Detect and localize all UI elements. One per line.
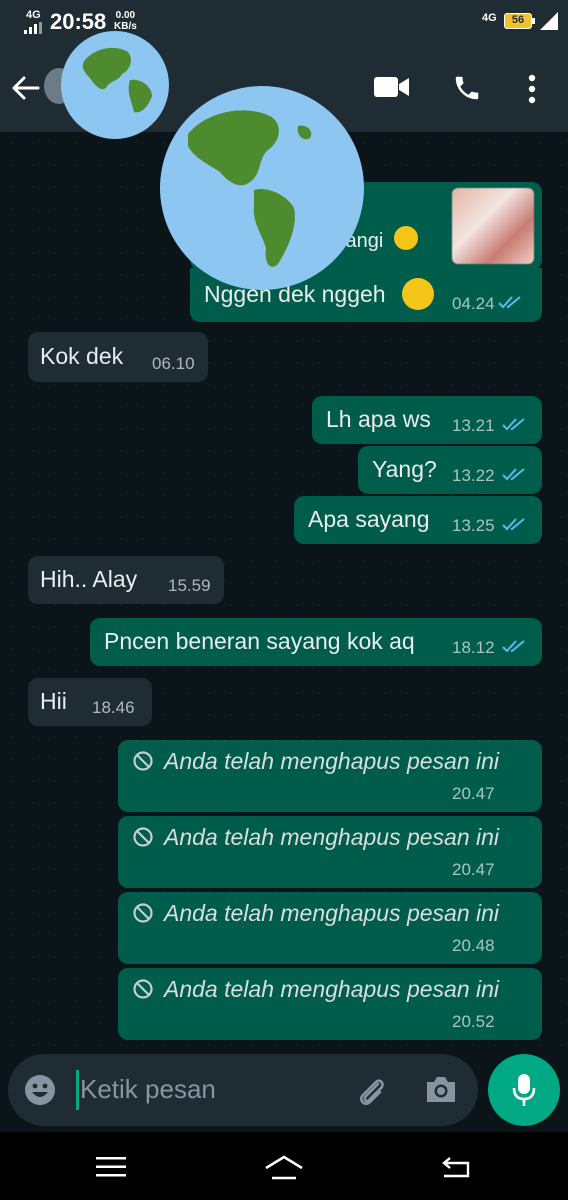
message-time: 13.21 (452, 416, 495, 435)
read-receipt-icon (502, 518, 525, 531)
network-indicator-right: 4G (482, 12, 497, 24)
deleted-icon (133, 751, 153, 771)
deleted-message-bubble[interactable]: Anda telah menghapus pesan ini 20.47 (118, 740, 542, 812)
message-bubble-incoming[interactable]: Hih.. Alay 15.59 (28, 556, 224, 604)
globe-sticker-small (61, 31, 169, 139)
deleted-message-text: Anda telah menghapus pesan ini (164, 900, 500, 926)
message-time: 15.59 (168, 576, 211, 595)
battery-tip (532, 18, 535, 24)
message-time: 20.52 (452, 1012, 495, 1031)
message-text: Yang? (372, 456, 437, 482)
paperclip-icon[interactable] (354, 1074, 388, 1108)
back-icon[interactable] (440, 1154, 472, 1180)
message-bubble-outgoing[interactable]: Apa sayang 13.25 (294, 496, 542, 544)
deleted-message-text: Anda telah menghapus pesan ini (164, 824, 500, 850)
message-bubble-outgoing[interactable]: Pncen beneran sayang kok aq 18.12 (90, 618, 542, 666)
message-text: Hih.. Alay (40, 566, 138, 592)
read-receipt-icon (502, 468, 525, 481)
deleted-message-bubble[interactable]: Anda telah menghapus pesan ini 20.48 (118, 892, 542, 964)
message-time: 13.22 (452, 466, 495, 485)
home-icon[interactable] (264, 1154, 304, 1182)
message-input-container[interactable]: Ketik pesan (8, 1054, 478, 1126)
signal-icon (24, 22, 42, 34)
more-vertical-icon[interactable] (526, 74, 538, 104)
back-arrow-icon[interactable] (10, 74, 40, 102)
microphone-icon (512, 1074, 536, 1106)
battery-level: 56 (511, 14, 525, 26)
signal-icon-right (540, 12, 558, 30)
system-nav-bar (0, 1132, 568, 1200)
video-call-icon[interactable] (374, 76, 410, 98)
message-time: 13.25 (452, 516, 495, 535)
deleted-message-text: Anda telah menghapus pesan ini (164, 748, 500, 774)
deleted-message-bubble[interactable]: Anda telah menghapus pesan ini 20.47 (118, 816, 542, 888)
mic-button[interactable] (488, 1054, 560, 1126)
read-receipt-icon (502, 418, 525, 431)
read-receipt-icon (502, 640, 525, 653)
message-text: Lh apa ws (326, 406, 431, 432)
deleted-icon (133, 827, 153, 847)
emoji-icon[interactable] (24, 1074, 56, 1106)
phone-icon[interactable] (452, 73, 482, 103)
photo-thumbnail[interactable] (452, 188, 534, 264)
message-bubble-outgoing[interactable]: Yang? 13.22 (358, 446, 542, 494)
network-speed-value: 0.00 (115, 10, 136, 21)
camera-icon[interactable] (424, 1074, 458, 1104)
deleted-icon (133, 903, 153, 923)
message-time: 18.46 (92, 698, 135, 717)
message-time: 20.48 (452, 936, 495, 955)
message-time: 06.10 (152, 354, 195, 373)
deleted-icon (133, 979, 153, 999)
read-receipt-icon (498, 296, 521, 309)
message-text: Kok dek (40, 343, 124, 369)
message-bubble-outgoing[interactable]: Lh apa ws 13.21 (312, 396, 542, 444)
text-cursor (76, 1070, 79, 1110)
message-text: Pncen beneran sayang kok aq (104, 628, 415, 654)
message-time: 18.12 (452, 638, 495, 657)
message-bubble-incoming[interactable]: Hii 18.46 (28, 678, 152, 726)
laughing-emoji-icon (394, 226, 418, 250)
deleted-message-text: Anda telah menghapus pesan ini (164, 976, 500, 1002)
composer: Ketik pesan (0, 1052, 568, 1132)
message-time: 04.24 (452, 294, 495, 313)
network-speed: 0.00 KB/s (114, 10, 137, 32)
message-text: Hii (40, 688, 67, 714)
message-bubble-incoming[interactable]: Kok dek 06.10 (28, 332, 208, 382)
network-indicator-left: 4G (26, 9, 41, 21)
message-text: Apa sayang (308, 506, 430, 532)
message-time: 20.47 (452, 784, 495, 803)
message-input-placeholder[interactable]: Ketik pesan (80, 1074, 216, 1105)
battery-icon: 56 (504, 13, 532, 29)
laughing-emoji-icon (402, 278, 434, 310)
deleted-message-bubble[interactable]: Anda telah menghapus pesan ini 20.52 (118, 968, 542, 1040)
menu-icon[interactable] (96, 1156, 126, 1178)
globe-sticker-large (160, 86, 364, 290)
message-time: 20.47 (452, 860, 495, 879)
